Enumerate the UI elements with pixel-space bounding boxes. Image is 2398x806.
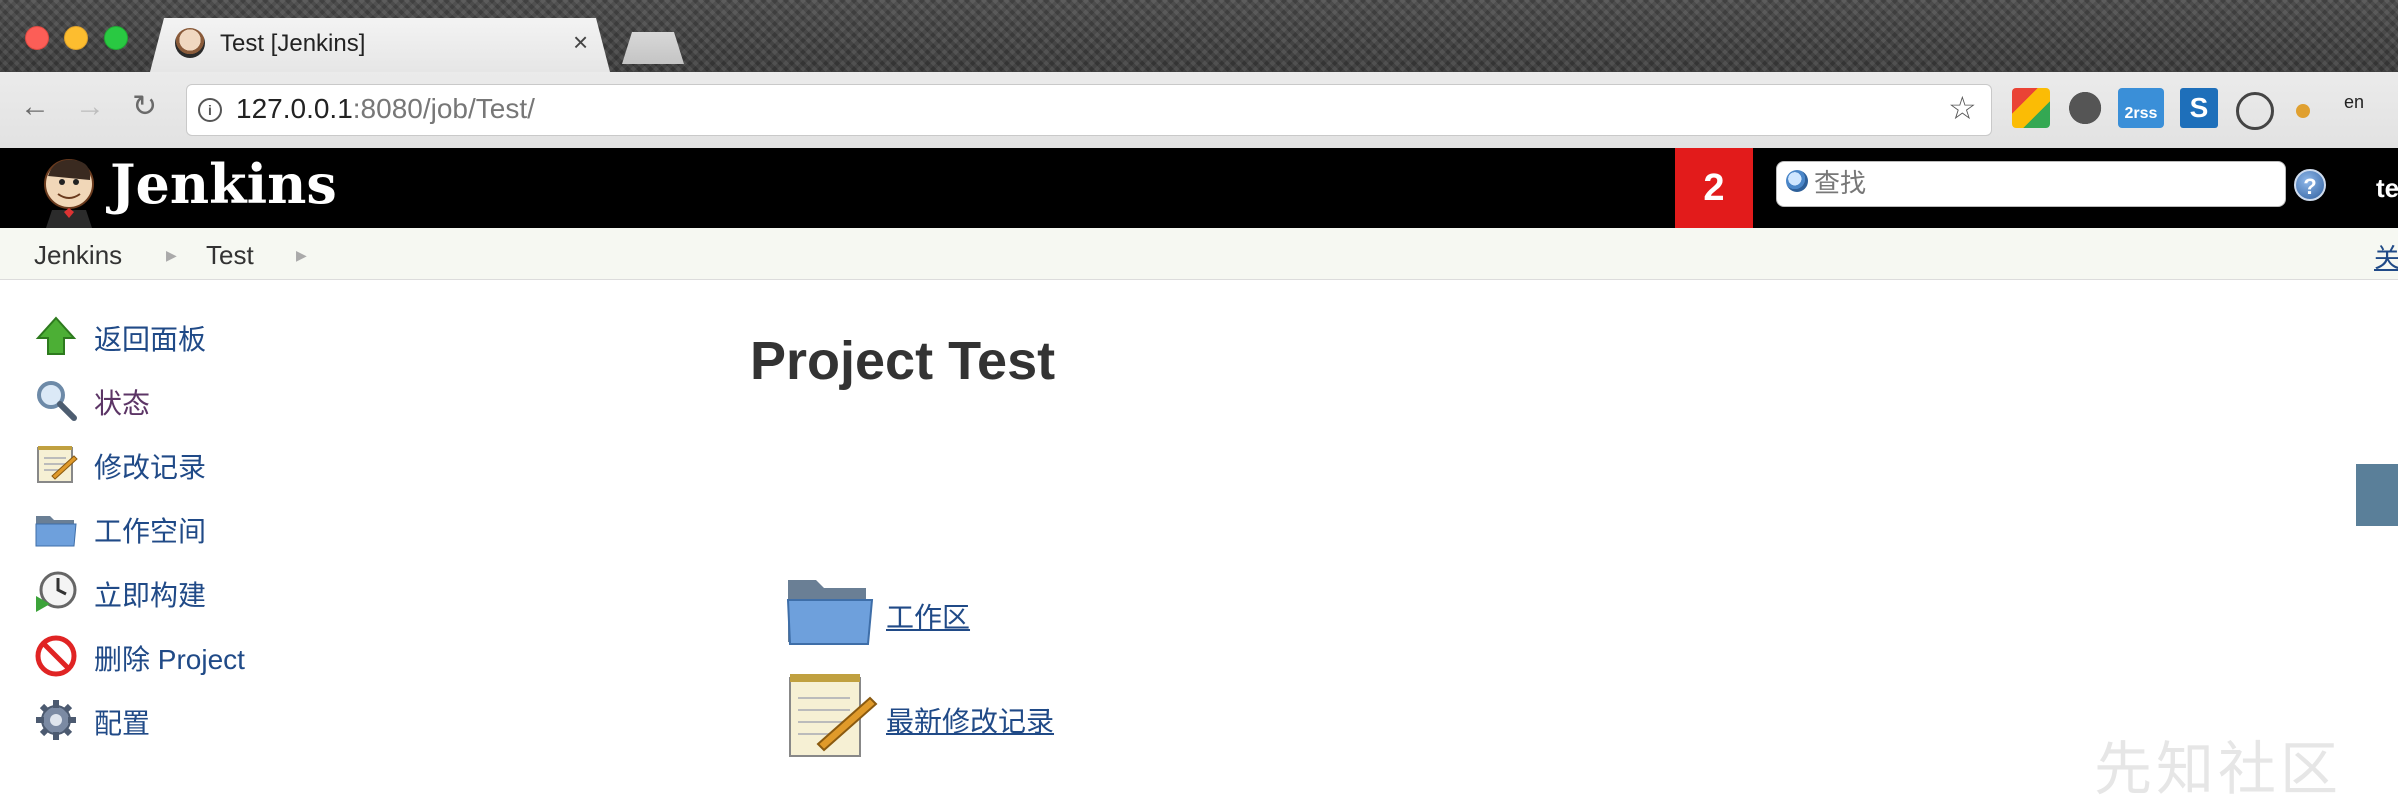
page-title: Project Test bbox=[750, 331, 1056, 391]
watermark: 先知社区 bbox=[2094, 737, 2343, 802]
forward-arrow-icon[interactable]: → bbox=[75, 92, 105, 122]
jenkins-logo-icon[interactable] bbox=[34, 154, 104, 228]
back-arrow-icon[interactable]: ← bbox=[20, 92, 50, 122]
tab-title: Test [Jenkins] bbox=[220, 30, 366, 57]
reload-icon[interactable]: ↻ bbox=[132, 92, 157, 122]
folder-icon[interactable] bbox=[34, 506, 78, 550]
task-build-now[interactable]: 立即构建 bbox=[94, 574, 206, 614]
changes-notepad-icon[interactable] bbox=[784, 668, 880, 760]
clock-build-icon[interactable] bbox=[34, 570, 78, 614]
search-icon bbox=[1786, 170, 1808, 192]
tab-close-icon[interactable]: × bbox=[573, 29, 588, 55]
workspace-folder-icon[interactable] bbox=[784, 572, 874, 648]
site-info-icon[interactable]: i bbox=[198, 98, 222, 122]
bookmark-star-icon[interactable]: ☆ bbox=[1948, 89, 1977, 127]
breadcrumb-right-link[interactable]: 关 bbox=[2374, 238, 2398, 275]
window-close-button[interactable] bbox=[25, 26, 49, 50]
jenkins-favicon-icon bbox=[175, 28, 205, 58]
gear-icon[interactable] bbox=[34, 698, 78, 742]
task-status[interactable]: 状态 bbox=[94, 382, 150, 422]
new-tab-button[interactable] bbox=[622, 32, 684, 64]
breadcrumb-item-jenkins[interactable]: Jenkins bbox=[34, 240, 122, 271]
task-change-log[interactable]: 修改记录 bbox=[94, 446, 206, 486]
extension-translate-icon[interactable]: en bbox=[2344, 92, 2384, 132]
extension-evernote-icon[interactable] bbox=[2068, 88, 2106, 128]
magnifier-icon[interactable] bbox=[34, 378, 78, 422]
breadcrumb-arrow-icon[interactable]: ▶ bbox=[296, 247, 307, 264]
extension-rss-icon[interactable]: 2rss bbox=[2118, 88, 2164, 128]
notification-badge[interactable]: 2 bbox=[1675, 148, 1753, 228]
task-configure[interactable]: 配置 bbox=[94, 702, 150, 742]
up-arrow-icon[interactable] bbox=[34, 314, 78, 358]
notepad-icon[interactable] bbox=[34, 442, 78, 486]
recent-changes-link[interactable]: 最新修改记录 bbox=[886, 700, 1054, 740]
browser-tab-active[interactable] bbox=[150, 18, 610, 72]
extension-download-icon[interactable] bbox=[2012, 88, 2050, 128]
task-workspace[interactable]: 工作空间 bbox=[94, 510, 206, 550]
jenkins-title[interactable]: Jenkins bbox=[110, 152, 337, 216]
workspace-link[interactable]: 工作区 bbox=[886, 596, 970, 636]
extension-dot-icon[interactable] bbox=[2296, 104, 2310, 118]
window-zoom-button[interactable] bbox=[104, 26, 128, 50]
breadcrumb bbox=[0, 228, 2398, 280]
window-minimize-button[interactable] bbox=[64, 26, 88, 50]
task-back-to-dashboard[interactable]: 返回面板 bbox=[94, 318, 206, 358]
extension-s-icon[interactable]: S bbox=[2180, 88, 2218, 128]
user-link[interactable]: te bbox=[2376, 173, 2398, 204]
breadcrumb-arrow-icon[interactable]: ▶ bbox=[166, 247, 177, 264]
search-input[interactable] bbox=[1812, 164, 2276, 204]
help-icon[interactable]: ? bbox=[2294, 169, 2326, 201]
side-feedback-tab[interactable] bbox=[2356, 464, 2398, 526]
url-text[interactable]: 127.0.0.1:8080/job/Test/ bbox=[236, 93, 535, 125]
breadcrumb-item-test[interactable]: Test bbox=[206, 240, 254, 271]
task-delete-project[interactable]: 删除 Project bbox=[94, 638, 245, 678]
extension-lock-icon[interactable] bbox=[2236, 92, 2274, 130]
no-entry-icon[interactable] bbox=[34, 634, 78, 678]
